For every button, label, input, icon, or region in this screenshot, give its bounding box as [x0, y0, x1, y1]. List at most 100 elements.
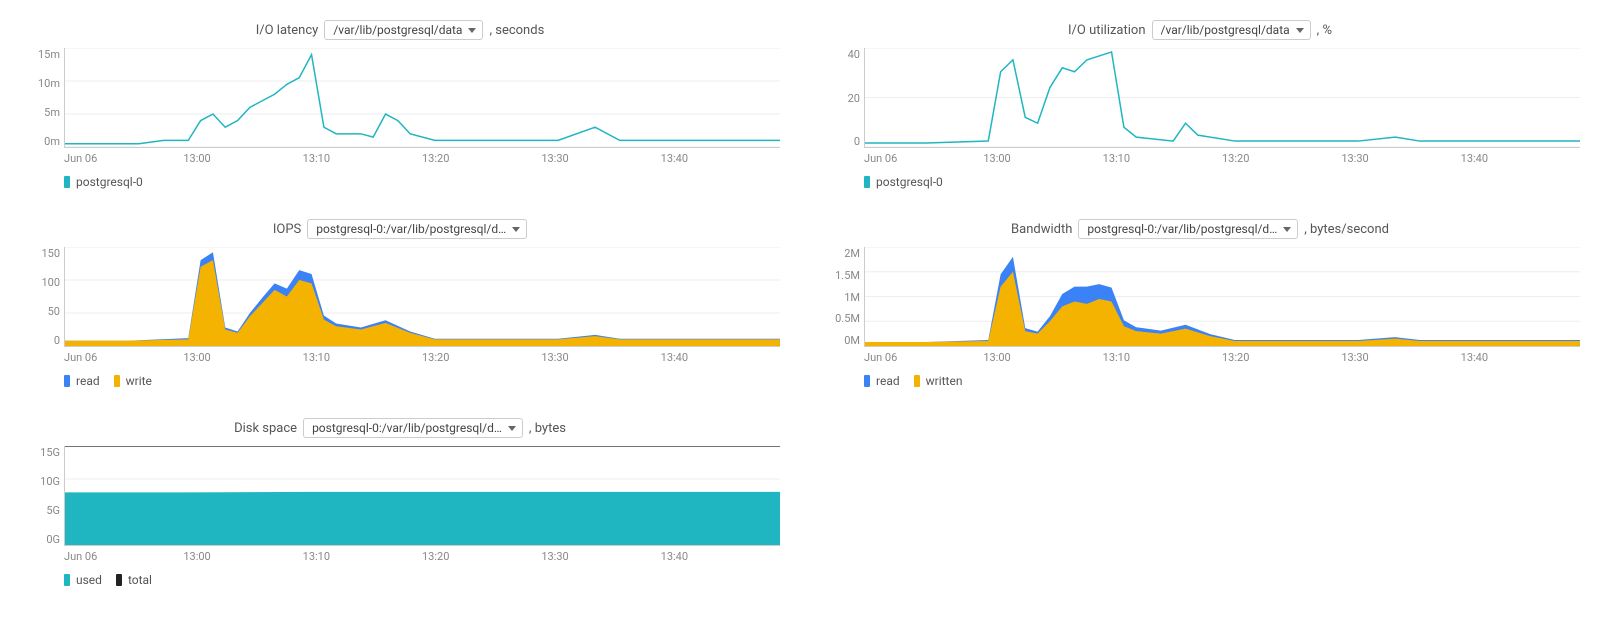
plot-area: 40200	[820, 48, 1580, 148]
legend: read write	[64, 374, 780, 388]
chevron-down-icon	[468, 28, 476, 33]
chart-disk-space: Disk space postgresql-0:/var/lib/postgres…	[20, 418, 780, 587]
y-tick-label: 50	[48, 305, 60, 318]
y-axis: 15G10G5G0G	[20, 446, 64, 546]
chevron-down-icon	[508, 426, 516, 431]
y-tick-label: 0.5M	[835, 312, 860, 325]
legend: postgresql-0	[864, 175, 1580, 189]
plot[interactable]	[64, 446, 780, 546]
path-selector[interactable]: /var/lib/postgresql/data	[324, 20, 483, 40]
y-tick-label: 0	[854, 135, 860, 148]
legend-swatch	[64, 375, 70, 387]
x-tick-label: 13:00	[983, 152, 1102, 165]
x-tick-label: 13:20	[422, 152, 541, 165]
x-tick-label: Jun 06	[64, 351, 183, 364]
chart-title-row: Disk space postgresql-0:/var/lib/postgres…	[20, 418, 780, 438]
y-axis: 15m10m5m0m	[20, 48, 64, 148]
y-axis: 2M1.5M1M0.5M0M	[820, 247, 864, 347]
y-tick-label: 0	[54, 334, 60, 347]
y-tick-label: 1M	[844, 291, 860, 304]
path-selector-label: postgresql-0:/var/lib/postgresql/d…	[312, 421, 502, 435]
x-tick-label: 13:20	[422, 550, 541, 563]
chart-bandwidth: Bandwidth postgresql-0:/var/lib/postgresq…	[820, 219, 1580, 388]
y-tick-label: 20	[848, 92, 860, 105]
chart-title-text: Disk space	[234, 421, 297, 436]
x-tick-label: 13:30	[541, 550, 660, 563]
x-tick-label: 13:20	[1222, 351, 1341, 364]
chart-io-utilization: I/O utilization/var/lib/postgresql/data,…	[820, 20, 1580, 189]
chart-title-row: I/O latency/var/lib/postgresql/data, sec…	[20, 20, 780, 40]
legend-item[interactable]: read	[64, 374, 100, 388]
legend-item[interactable]: used	[64, 573, 102, 587]
x-tick-label: 13:40	[661, 550, 780, 563]
chart-io-latency: I/O latency/var/lib/postgresql/data, sec…	[20, 20, 780, 189]
chart-title-row: I/O utilization/var/lib/postgresql/data,…	[820, 20, 1580, 40]
x-axis: Jun 0613:0013:1013:2013:3013:40	[864, 347, 1580, 364]
legend: postgresql-0	[64, 175, 780, 189]
x-tick-label: 13:10	[303, 550, 422, 563]
legend-item[interactable]: total	[116, 573, 152, 587]
x-tick-label: 13:30	[1341, 351, 1460, 364]
path-selector-label: /var/lib/postgresql/data	[333, 23, 462, 37]
legend-label: postgresql-0	[876, 175, 943, 189]
x-axis: Jun 0613:0013:1013:2013:3013:40	[64, 148, 780, 165]
plot[interactable]	[64, 48, 780, 148]
chevron-down-icon	[1283, 227, 1291, 232]
x-tick-label: 13:20	[422, 351, 541, 364]
x-tick-label: 13:30	[1341, 152, 1460, 165]
x-tick-label: 13:40	[1461, 351, 1580, 364]
chevron-down-icon	[512, 227, 520, 232]
plot-area: 15m10m5m0m	[20, 48, 780, 148]
legend-swatch	[914, 375, 920, 387]
path-selector[interactable]: postgresql-0:/var/lib/postgresql/d…	[1078, 219, 1298, 239]
y-tick-label: 150	[41, 247, 60, 260]
plot-area: 15G10G5G0G	[20, 446, 780, 546]
path-selector[interactable]: /var/lib/postgresql/data	[1152, 20, 1311, 40]
legend-item[interactable]: read	[864, 374, 900, 388]
legend-label: postgresql-0	[76, 175, 143, 189]
plot[interactable]	[64, 247, 780, 347]
chart-title-text: I/O utilization	[1068, 23, 1146, 38]
plot[interactable]	[864, 247, 1580, 347]
chart-unit-suffix: , %	[1317, 23, 1332, 38]
legend-item[interactable]: postgresql-0	[864, 175, 943, 189]
x-axis: Jun 0613:0013:1013:2013:3013:40	[64, 347, 780, 364]
legend-swatch	[116, 574, 122, 586]
chevron-down-icon	[1296, 28, 1304, 33]
legend-swatch	[64, 574, 70, 586]
x-tick-label: 13:40	[661, 351, 780, 364]
x-axis: Jun 0613:0013:1013:2013:3013:40	[864, 148, 1580, 165]
chart-title-text: Bandwidth	[1011, 222, 1072, 237]
legend-swatch	[114, 375, 120, 387]
y-tick-label: 15G	[40, 446, 60, 459]
legend-label: written	[926, 374, 963, 388]
legend-swatch	[64, 176, 70, 188]
path-selector[interactable]: postgresql-0:/var/lib/postgresql/d…	[307, 219, 527, 239]
plot-area: 150100500	[20, 247, 780, 347]
legend-item[interactable]: written	[914, 374, 963, 388]
chart-unit-suffix: , bytes	[529, 421, 566, 436]
x-tick-label: 13:30	[541, 351, 660, 364]
y-tick-label: 5m	[44, 106, 60, 119]
legend-swatch	[864, 176, 870, 188]
legend: read written	[864, 374, 1580, 388]
chart-iops: IOPSpostgresql-0:/var/lib/postgresql/d…1…	[20, 219, 780, 388]
plot-area: 2M1.5M1M0.5M0M	[820, 247, 1580, 347]
path-selector[interactable]: postgresql-0:/var/lib/postgresql/d…	[303, 418, 523, 438]
x-tick-label: 13:40	[661, 152, 780, 165]
x-tick-label: Jun 06	[64, 550, 183, 563]
chart-title-text: I/O latency	[256, 23, 319, 38]
legend-label: write	[126, 374, 152, 388]
x-tick-label: 13:30	[541, 152, 660, 165]
y-tick-label: 1.5M	[835, 269, 860, 282]
x-tick-label: 13:00	[983, 351, 1102, 364]
plot[interactable]	[864, 48, 1580, 148]
y-tick-label: 10G	[40, 475, 60, 488]
y-tick-label: 5G	[46, 504, 60, 517]
y-tick-label: 0m	[44, 135, 60, 148]
x-tick-label: Jun 06	[64, 152, 183, 165]
legend-item[interactable]: write	[114, 374, 152, 388]
legend-item[interactable]: postgresql-0	[64, 175, 143, 189]
y-axis: 150100500	[20, 247, 64, 347]
x-tick-label: 13:10	[1103, 152, 1222, 165]
